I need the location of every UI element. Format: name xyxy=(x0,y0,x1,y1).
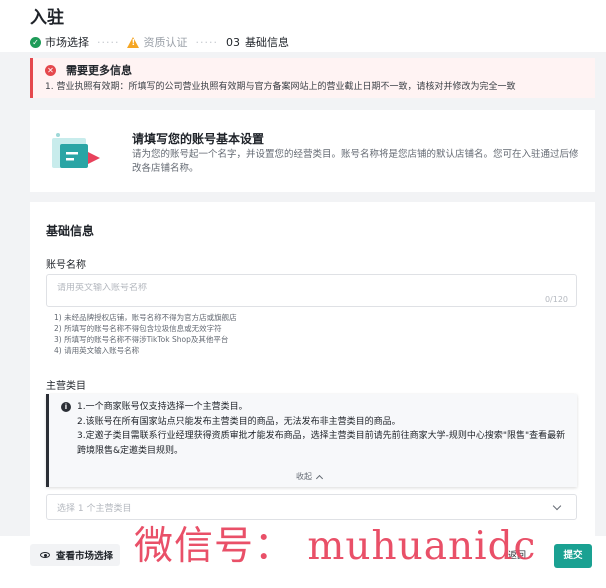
intro-title: 请填写您的账号基本设置 xyxy=(132,132,265,146)
category-label: 主营类目 xyxy=(46,381,86,392)
store-setup-illustration-icon xyxy=(52,133,100,168)
account-name-input[interactable] xyxy=(47,283,576,293)
footer-bar: 查看市场选择 返回 提交 xyxy=(0,536,606,588)
step-market[interactable]: ✓ 市场选择 xyxy=(30,34,89,50)
alert-message: 1. 营业执照有效期：所填写的公司营业执照有效期与官方备案网站上的营业截止日期不… xyxy=(45,82,516,92)
page-title: 入驻 xyxy=(30,8,64,28)
page-header: 入驻 ✓ 市场选择 ····· 资质认证 ····· 03 基础信息 xyxy=(0,0,606,52)
section-title: 基础信息 xyxy=(46,224,95,238)
intro-description: 请为您的账号起一个名字，并设置您的经营类目。账号名称将是您店铺的默认店铺名。您可… xyxy=(132,149,579,174)
view-market-label: 查看市场选择 xyxy=(56,551,114,562)
category-select-placeholder: 选择 1 个主营类目 xyxy=(57,503,132,514)
step-label: 资质认证 xyxy=(143,36,188,49)
account-name-field[interactable]: 0/120 xyxy=(46,274,577,307)
rule-item: 2) 所填写的账号名称不得包含垃圾信息或无效字符 xyxy=(54,324,222,333)
rule-item: 4) 请用英文输入账号名称 xyxy=(54,346,140,355)
step-label: 基础信息 xyxy=(244,36,289,49)
chevron-down-icon xyxy=(552,501,562,510)
step-label: 市场选择 xyxy=(45,36,89,49)
char-counter: 0/120 xyxy=(544,295,568,304)
step-divider: ····· xyxy=(97,35,120,49)
step-divider: ····· xyxy=(195,35,218,49)
category-select[interactable]: 选择 1 个主营类目 xyxy=(46,494,577,520)
info-line: 1.一个商家账号仅支持选择一个主营类目。 xyxy=(77,402,248,412)
rule-item: 3) 所填写的账号名称不得涉TikTok Shop及其他平台 xyxy=(54,335,229,344)
step-number: 03 xyxy=(225,35,240,49)
step-indicator: ✓ 市场选择 ····· 资质认证 ····· 03 基础信息 xyxy=(30,34,592,50)
collapse-toggle[interactable]: 收起 xyxy=(296,471,324,482)
view-market-button[interactable]: 查看市场选择 xyxy=(30,544,120,566)
rule-item: 1) 未经品牌授权店铺，账号名称不得为官方店或旗舰店 xyxy=(54,313,237,322)
back-button[interactable]: 返回 xyxy=(503,546,531,566)
step-basic-info[interactable]: 03 基础信息 xyxy=(226,34,289,50)
error-alert: ✕ 需要更多信息 1. 营业执照有效期：所填写的公司营业执照有效期与官方备案网站… xyxy=(30,58,595,98)
account-name-label: 账号名称 xyxy=(46,260,86,271)
chevron-up-icon xyxy=(315,474,324,482)
category-info-box: i 1.一个商家账号仅支持选择一个主营类目。 2.该账号在所有国家站点只能发布主… xyxy=(46,394,577,487)
step-qualification[interactable]: 资质认证 xyxy=(127,34,187,50)
submit-button[interactable]: 提交 xyxy=(554,544,592,568)
info-icon: i xyxy=(61,402,71,412)
alert-title: 需要更多信息 xyxy=(66,64,132,77)
check-circle-icon: ✓ xyxy=(30,36,41,48)
basic-info-form: 基础信息 账号名称 0/120 1) 未经品牌授权店铺，账号名称不得为官方店或旗… xyxy=(30,202,595,536)
close-circle-icon: ✕ xyxy=(45,65,56,76)
intro-card: 请填写您的账号基本设置 请为您的账号起一个名字，并设置您的经营类目。账号名称将是… xyxy=(30,110,595,192)
eye-icon xyxy=(40,552,50,558)
warning-icon xyxy=(127,36,140,48)
account-name-rules: 1) 未经品牌授权店铺，账号名称不得为官方店或旗舰店 2) 所填写的账号名称不得… xyxy=(54,312,237,356)
info-line: 2.该账号在所有国家站点只能发布主营类目的商品，无法发布非主营类目的商品。 xyxy=(77,416,401,427)
collapse-label: 收起 xyxy=(296,472,312,481)
info-line: 3.定邀子类目需联系行业经理获得资质审批才能发布商品，选择主营类目前请先前往商家… xyxy=(77,431,566,456)
